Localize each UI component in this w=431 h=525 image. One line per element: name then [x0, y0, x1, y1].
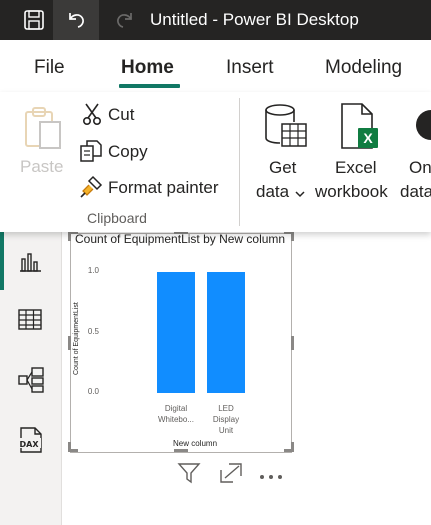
- ribbon: Paste Cut Copy Format painter Clipboard: [0, 92, 431, 232]
- bar[interactable]: [157, 272, 195, 393]
- undo-button[interactable]: [53, 0, 99, 40]
- onelake-data-hub-button[interactable]: On data: [400, 102, 431, 202]
- x-tick-label-line: LED: [218, 404, 234, 413]
- paste-button[interactable]: Paste: [20, 106, 68, 186]
- excel-icon: X: [341, 103, 378, 149]
- tab-modeling[interactable]: Modeling: [325, 40, 402, 92]
- clipboard-group-label: Clipboard: [87, 210, 147, 226]
- x-tick-label: Digital Whitebo...: [151, 403, 201, 425]
- left-nav: DAX: [0, 232, 62, 525]
- nav-active-indicator: [0, 232, 4, 290]
- get-data-label-line1: Get: [269, 158, 297, 177]
- active-tab-indicator: [119, 84, 180, 88]
- group-separator: [239, 98, 240, 226]
- resize-handle-right[interactable]: [291, 336, 294, 350]
- save-button[interactable]: [12, 0, 56, 40]
- bar-chart-icon: [20, 253, 41, 272]
- format-painter-button[interactable]: Format painter: [79, 174, 231, 200]
- more-options-icon: [260, 475, 282, 479]
- copy-icon: [80, 140, 102, 162]
- get-data-label-line2: data: [256, 182, 290, 201]
- resize-handle-top-left-v[interactable]: [68, 231, 71, 241]
- x-axis-label: New column: [173, 439, 218, 448]
- nav-model-view[interactable]: [17, 366, 45, 399]
- redo-icon: [117, 13, 132, 28]
- nav-dax-query-view[interactable]: DAX: [17, 426, 45, 459]
- table-icon: [18, 309, 42, 330]
- excel-label-line2: workbook: [315, 182, 388, 201]
- x-tick-label-line: Digital: [164, 404, 188, 413]
- resize-handle-top-right-v[interactable]: [291, 231, 294, 241]
- excel-workbook-button[interactable]: X Excel workbook: [314, 102, 398, 202]
- filter-icon: [177, 463, 201, 484]
- focus-mode-button[interactable]: [219, 462, 243, 489]
- copy-label: Copy: [108, 142, 148, 161]
- menu-bar: File Home Insert Modeling: [0, 40, 431, 92]
- paste-label: Paste: [20, 157, 64, 176]
- save-icon: [24, 10, 44, 30]
- cut-label: Cut: [108, 105, 135, 124]
- x-tick-label: LED Display Unit: [201, 403, 251, 436]
- x-tick-label-line: Unit: [218, 426, 234, 435]
- paste-icon: [25, 107, 61, 149]
- onelake-label-line2: data: [400, 182, 431, 201]
- onelake-label-line1: On: [409, 158, 431, 177]
- undo-icon: [69, 13, 84, 28]
- x-tick-label-line: Display: [212, 415, 240, 424]
- chevron-down-icon: [295, 191, 305, 198]
- nav-table-view[interactable]: [17, 307, 43, 338]
- svg-text:DAX: DAX: [20, 440, 40, 449]
- dax-icon: DAX: [17, 427, 42, 453]
- database-icon: [265, 104, 307, 147]
- excel-label-line1: Excel: [335, 158, 377, 177]
- paintbrush-icon: [80, 175, 103, 198]
- focus-mode-icon: [220, 463, 242, 483]
- copy-button[interactable]: Copy: [79, 138, 159, 164]
- scissors-icon: [82, 103, 102, 126]
- redo-button[interactable]: [103, 0, 147, 40]
- filter-button[interactable]: [177, 462, 201, 489]
- tab-insert[interactable]: Insert: [226, 40, 274, 92]
- bar[interactable]: [207, 272, 245, 393]
- chart-visual[interactable]: Count of EquipmentList by New column Cou…: [68, 231, 294, 453]
- resize-handle-bottom[interactable]: [174, 449, 188, 452]
- model-icon: [18, 367, 44, 393]
- tab-file[interactable]: File: [34, 40, 65, 92]
- resize-handle-bottom-left-v[interactable]: [68, 442, 71, 452]
- cut-button[interactable]: Cut: [79, 102, 159, 128]
- resize-handle-bottom-right-v[interactable]: [291, 442, 294, 452]
- title-bar: Untitled - Power BI Desktop: [0, 0, 431, 40]
- get-data-button[interactable]: Get data: [252, 102, 312, 202]
- nav-report-view[interactable]: [17, 248, 43, 279]
- window-title: Untitled - Power BI Desktop: [150, 10, 359, 29]
- svg-text:X: X: [363, 130, 373, 146]
- format-painter-label: Format painter: [108, 178, 219, 197]
- more-options-button[interactable]: [258, 468, 284, 486]
- onelake-icon: [416, 110, 431, 140]
- x-tick-label-line: Whitebo...: [157, 415, 194, 424]
- resize-handle-left[interactable]: [68, 336, 71, 350]
